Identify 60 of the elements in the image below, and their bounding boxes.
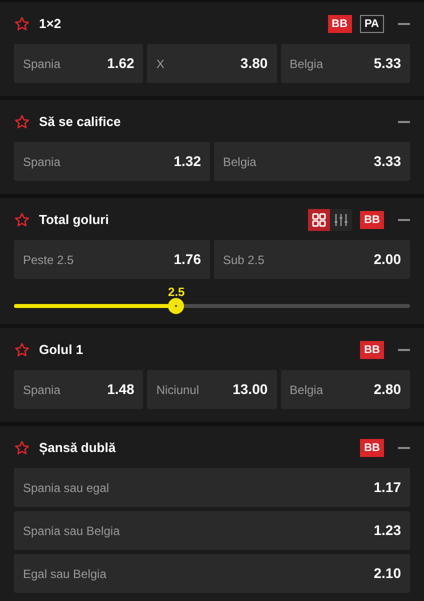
odds-value: 2.10: [374, 564, 401, 583]
market-title: Șansă dublă: [39, 439, 116, 458]
odds-button[interactable]: Niciunul 13.00: [147, 370, 277, 409]
slider-value: 2.5: [168, 284, 185, 301]
odds-button[interactable]: Belgia 5.33: [280, 44, 410, 83]
outcome-label: Spania: [23, 382, 60, 398]
badge[interactable]: BB: [328, 15, 352, 33]
grid-icon: [312, 213, 326, 227]
odds-value: 3.80: [240, 54, 268, 73]
odds-value: 2.80: [374, 380, 401, 399]
odds-button[interactable]: Spania 1.48: [14, 370, 144, 409]
odds-value: 3.33: [374, 152, 401, 171]
odds-button[interactable]: Belgia 2.80: [280, 370, 410, 409]
outcome-label: Spania: [23, 56, 60, 72]
odds-value: 1.76: [174, 250, 201, 269]
outcome-label: Belgia: [290, 56, 324, 72]
outcome-label: Peste 2.5: [23, 252, 74, 268]
odds-button[interactable]: Spania sau Belgia 1.23: [14, 511, 410, 550]
star-icon[interactable]: [14, 16, 30, 32]
view-toggle-option[interactable]: [308, 209, 330, 231]
outcome-label: Belgia: [290, 382, 324, 398]
odds-value: 1.17: [374, 478, 401, 497]
market-title: Golul 1: [39, 341, 84, 360]
badge[interactable]: BB: [360, 211, 384, 229]
badge[interactable]: BB: [360, 439, 384, 457]
odds-button[interactable]: Belgia 3.33: [214, 142, 410, 181]
outcome-label: Belgia: [223, 154, 256, 170]
odds-button[interactable]: Spania 1.32: [14, 142, 210, 181]
star-icon[interactable]: [14, 212, 30, 228]
star-icon[interactable]: [14, 342, 30, 358]
odds-value: 1.48: [107, 380, 134, 399]
odds-value: 1.62: [107, 54, 134, 73]
outcome-label: Spania sau Belgia: [23, 522, 120, 540]
market-title: Să se califice: [39, 113, 121, 132]
odds-button[interactable]: Spania sau egal 1.17: [14, 468, 410, 507]
outcome-label: Egal sau Belgia: [23, 566, 106, 582]
star-icon[interactable]: [14, 114, 30, 130]
market-title: Total goluri: [39, 211, 109, 230]
odds-value: 1.32: [174, 152, 201, 171]
odds-button[interactable]: Egal sau Belgia 2.10: [14, 554, 410, 593]
slider-thumb[interactable]: [168, 298, 184, 314]
market-title: 1×2: [39, 15, 62, 34]
odds-button[interactable]: Spania 1.62: [14, 44, 144, 83]
badge[interactable]: PA: [360, 15, 384, 33]
star-icon[interactable]: [14, 440, 30, 456]
odds-value: 5.33: [374, 54, 401, 73]
odds-button[interactable]: X 3.80: [147, 44, 277, 83]
odds-value: 2.00: [374, 250, 401, 269]
odds-button[interactable]: Peste 2.5 1.76: [14, 240, 210, 279]
outcome-label: X: [156, 56, 164, 72]
sliders-icon: [334, 213, 348, 227]
badge[interactable]: BB: [360, 341, 384, 359]
outcome-label: Spania: [23, 154, 60, 170]
odds-button[interactable]: Sub 2.5 2.00: [214, 240, 410, 279]
slider-track[interactable]: [14, 304, 410, 308]
outcome-label: Niciunul: [156, 382, 200, 398]
outcome-label: Sub 2.5: [223, 252, 264, 268]
odds-value: 1.23: [374, 521, 401, 540]
odds-value: 13.00: [232, 380, 268, 399]
outcome-label: Spania sau egal: [23, 480, 110, 496]
